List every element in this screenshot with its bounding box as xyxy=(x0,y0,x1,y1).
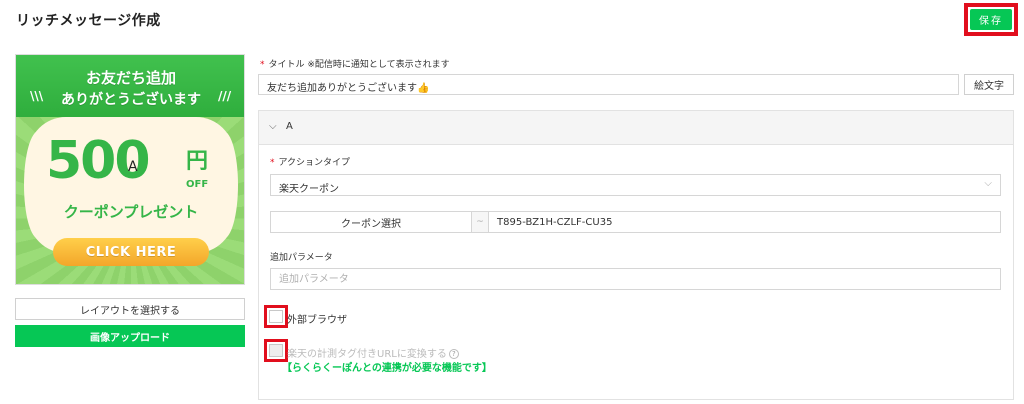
chevron-down-icon: ⌵ xyxy=(984,178,992,189)
image-upload-button[interactable]: 画像アップロード xyxy=(15,325,245,347)
action-type-label: * アクションタイプ xyxy=(270,155,350,168)
section-title: A xyxy=(286,121,293,132)
param-input[interactable] xyxy=(270,268,1001,290)
banner-badge: A xyxy=(128,159,138,175)
save-highlight: 保存 xyxy=(964,3,1018,36)
required-mark: * xyxy=(270,158,275,168)
banner-yen: 円 xyxy=(186,149,209,174)
external-browser-checkbox[interactable] xyxy=(269,310,283,323)
sparkle-right-icon: /// xyxy=(218,89,232,103)
coupon-code-field[interactable]: T895-BZ1H-CZLF-CU35 xyxy=(488,211,1001,233)
external-browser-label: 外部ブラウザ xyxy=(287,315,347,326)
required-mark: * xyxy=(260,60,265,70)
integration-note: 【らくらくーぽんとの連携が必要な機能です】 xyxy=(282,363,492,374)
title-label: * タイトル ※配信時に通知として表示されます xyxy=(260,57,450,70)
title-input[interactable]: 友だち追加ありがとうございます👍 xyxy=(258,74,959,95)
page-title: リッチメッセージ作成 xyxy=(16,13,161,29)
tracking-url-label: 楽天の計測タグ付きURLに変換する? xyxy=(287,345,459,360)
tracking-url-checkbox[interactable] xyxy=(269,344,283,357)
title-label-text: タイトル ※配信時に通知として表示されます xyxy=(268,60,450,70)
banner-line1: お友だち追加 xyxy=(85,69,176,87)
emoji-button[interactable]: 絵文字 xyxy=(964,74,1014,95)
select-layout-button[interactable]: レイアウトを選択する xyxy=(15,298,245,320)
action-type-label-text: アクションタイプ xyxy=(278,158,351,168)
coupon-separator: ~ xyxy=(472,211,488,233)
action-type-value: 楽天クーポン xyxy=(279,184,339,195)
banner-line2: ありがとうございます xyxy=(61,92,201,108)
help-icon[interactable]: ? xyxy=(448,349,459,359)
banner-cta: CLICK HERE xyxy=(53,238,209,266)
rich-message-image: お友だち追加 \\\ ありがとうございます /// 500 A 円 OFF クー… xyxy=(15,54,245,285)
section-header[interactable]: ⌵ A xyxy=(259,111,1013,145)
action-type-select[interactable]: 楽天クーポン ⌵ xyxy=(270,174,1001,196)
param-label: 追加パラメータ xyxy=(270,253,333,263)
banner-subtitle: クーポンプレゼント xyxy=(63,203,199,221)
coupon-select-button[interactable]: クーポン選択 xyxy=(270,211,472,233)
save-button[interactable]: 保存 xyxy=(970,9,1012,30)
banner-off: OFF xyxy=(186,179,209,190)
chevron-down-icon: ⌵ xyxy=(269,121,277,132)
external-browser-highlight xyxy=(264,305,288,328)
